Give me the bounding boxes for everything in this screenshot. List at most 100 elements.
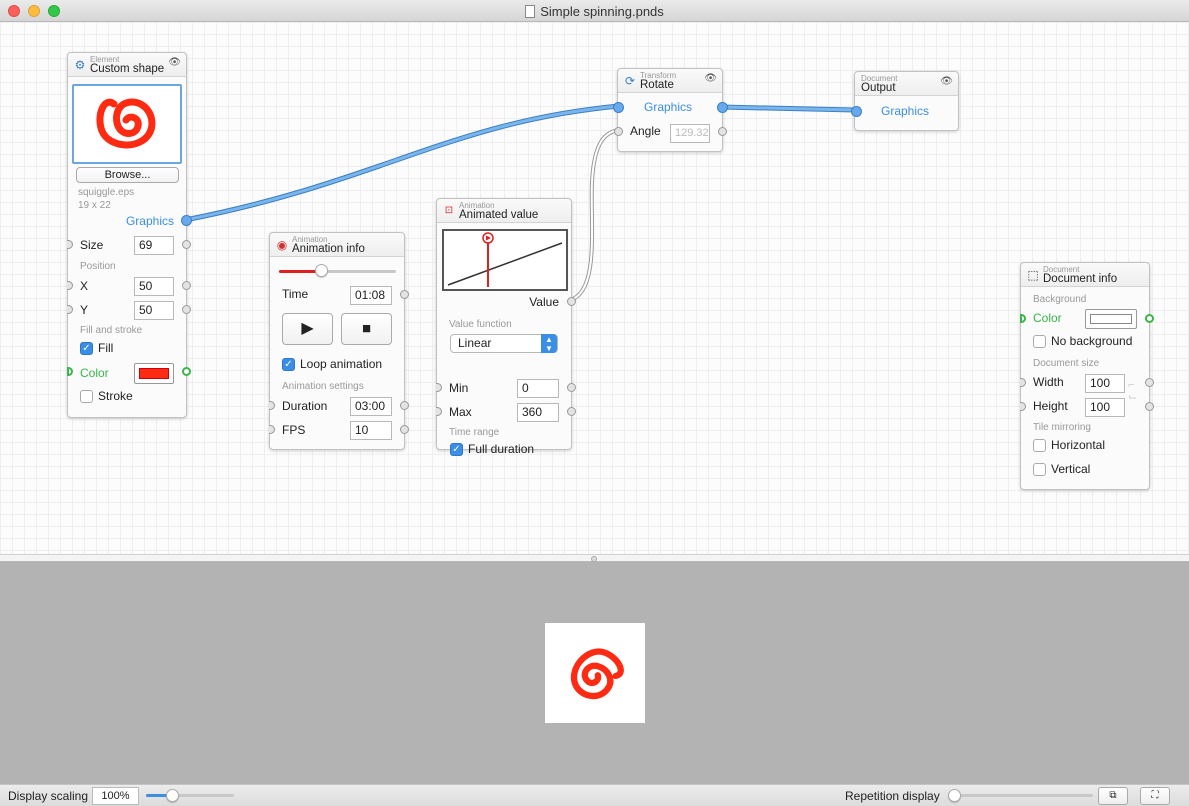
shape-thumbnail[interactable] — [72, 84, 182, 164]
node-document-info[interactable]: ⬚ Document Document info Background Colo… — [1020, 262, 1154, 490]
node-header[interactable]: ⬚ Document Document info — [1021, 263, 1149, 287]
height-input-port[interactable] — [1020, 402, 1026, 411]
width-input-port[interactable] — [1020, 378, 1026, 387]
width-output-port[interactable] — [1145, 378, 1154, 387]
graphics-input-port[interactable] — [851, 106, 862, 117]
color-swatch[interactable] — [134, 363, 174, 384]
angle-input-port[interactable] — [614, 127, 623, 136]
panel-splitter[interactable] — [0, 554, 1189, 562]
fullscreen-button[interactable]: ⛶ — [1140, 787, 1170, 805]
height-label: Height — [1033, 399, 1068, 413]
time-field[interactable]: 01:08 — [350, 286, 392, 305]
height-output-port[interactable] — [1145, 402, 1154, 411]
node-header[interactable]: ⟳ Transform Rotate 👁 — [618, 69, 722, 93]
export-window-button[interactable]: ⧉ — [1098, 787, 1128, 805]
width-field[interactable]: 100 — [1085, 374, 1125, 393]
fps-output-port[interactable] — [400, 425, 409, 434]
node-header[interactable]: ⚙ Element Custom shape 👁 — [68, 53, 186, 77]
x-input-port[interactable] — [67, 281, 73, 290]
max-field[interactable]: 360 — [517, 403, 559, 422]
node-output[interactable]: Document Output 👁 Graphics — [851, 71, 959, 131]
color-input-port[interactable] — [67, 367, 73, 376]
rotate-icon: ⟳ — [624, 74, 636, 88]
stop-button[interactable]: ■ — [341, 313, 392, 345]
min-field[interactable]: 0 — [517, 379, 559, 398]
duration-label: Duration — [282, 399, 328, 413]
eye-icon[interactable]: 👁 — [704, 73, 717, 84]
graphics-input-port[interactable] — [613, 102, 624, 113]
play-button[interactable]: ▶ — [282, 313, 333, 345]
node-animated-value[interactable]: ⊡ Animation Animated value Value Value f… — [436, 198, 576, 456]
fill-label: Fill — [98, 341, 114, 355]
color-input-port[interactable] — [1020, 314, 1026, 323]
no-background-checkbox[interactable] — [1033, 335, 1046, 348]
value-output-label: Value — [529, 295, 559, 309]
node-rotate[interactable]: ⟳ Transform Rotate 👁 Graphics Angle 129.… — [613, 68, 728, 152]
browse-button[interactable]: Browse... — [76, 167, 179, 183]
fps-label: FPS — [282, 423, 306, 437]
node-animation-info[interactable]: ◉ Animation Animation info Time 01:08 ▶ … — [269, 232, 409, 450]
stroke-checkbox[interactable] — [80, 390, 93, 403]
title-bar: Simple spinning.pnds — [0, 0, 1189, 22]
horizontal-checkbox[interactable] — [1033, 439, 1046, 452]
display-scaling-slider[interactable] — [146, 789, 234, 802]
animated-value-icon: ⊡ — [444, 205, 454, 216]
function-select[interactable]: Linear ▲ ▼ — [450, 334, 558, 353]
fps-input-port[interactable] — [269, 425, 275, 434]
node-header[interactable]: ⊡ Animation Animated value — [437, 199, 571, 223]
node-canvas[interactable]: ⚙ Element Custom shape 👁 Browse... squig… — [0, 22, 1189, 554]
time-output-port[interactable] — [400, 290, 409, 299]
graphics-output-port[interactable] — [717, 102, 728, 113]
background-color-swatch[interactable] — [1085, 309, 1137, 329]
color-output-port[interactable] — [1145, 314, 1154, 323]
max-input-port[interactable] — [436, 407, 442, 416]
height-field[interactable]: 100 — [1085, 398, 1125, 417]
size-output-port[interactable] — [182, 240, 191, 249]
y-output-port[interactable] — [182, 305, 191, 314]
min-input-port[interactable] — [436, 383, 442, 392]
graphics-output-port[interactable] — [181, 215, 192, 226]
link-icon[interactable]: ⌐ ⌙ — [1128, 379, 1137, 403]
duration-output-port[interactable] — [400, 401, 409, 410]
full-duration-checkbox[interactable]: ✓ — [450, 443, 463, 456]
graphics-label: Graphics — [881, 104, 930, 118]
window-title: Simple spinning.pnds — [0, 4, 1189, 19]
y-field[interactable]: 50 — [134, 301, 174, 320]
y-label: Y — [80, 303, 89, 317]
value-output-port[interactable] — [567, 297, 576, 306]
eye-icon[interactable]: 👁 — [940, 76, 953, 87]
repetition-display-slider[interactable] — [948, 789, 1093, 802]
node-header[interactable]: Document Output 👁 — [855, 72, 958, 96]
max-label: Max — [449, 405, 472, 419]
play-icon: ▶ — [301, 320, 314, 337]
size-label: Size — [80, 238, 104, 252]
angle-output-port[interactable] — [718, 127, 727, 136]
size-field[interactable]: 69 — [134, 236, 174, 255]
value-curve-graph[interactable] — [442, 229, 568, 291]
vertical-checkbox[interactable] — [1033, 463, 1046, 476]
node-custom-shape[interactable]: ⚙ Element Custom shape 👁 Browse... squig… — [67, 52, 192, 418]
min-output-port[interactable] — [567, 383, 576, 392]
max-output-port[interactable] — [567, 407, 576, 416]
display-scaling-field[interactable]: 100% — [92, 787, 139, 805]
file-size: 19 x 22 — [78, 200, 111, 211]
time-range-section: Time range — [449, 427, 500, 438]
color-output-port[interactable] — [182, 367, 191, 376]
x-output-port[interactable] — [182, 281, 191, 290]
duration-input-port[interactable] — [269, 401, 275, 410]
size-input-port[interactable] — [67, 240, 73, 249]
x-field[interactable]: 50 — [134, 277, 174, 296]
document-icon — [525, 5, 536, 18]
angle-field[interactable]: 129.32 — [670, 124, 710, 143]
width-label: Width — [1033, 375, 1064, 389]
fps-field[interactable]: 10 — [350, 421, 392, 440]
node-header[interactable]: ◉ Animation Animation info — [270, 233, 404, 257]
loop-checkbox[interactable]: ✓ — [282, 358, 295, 371]
stop-icon: ■ — [361, 320, 372, 337]
y-input-port[interactable] — [67, 305, 73, 314]
node-title: Rotate — [640, 79, 674, 91]
progress-slider[interactable] — [279, 264, 396, 277]
fill-checkbox[interactable]: ✓ — [80, 342, 93, 355]
duration-field[interactable]: 03:00 — [350, 397, 392, 416]
eye-icon[interactable]: 👁 — [168, 57, 181, 68]
